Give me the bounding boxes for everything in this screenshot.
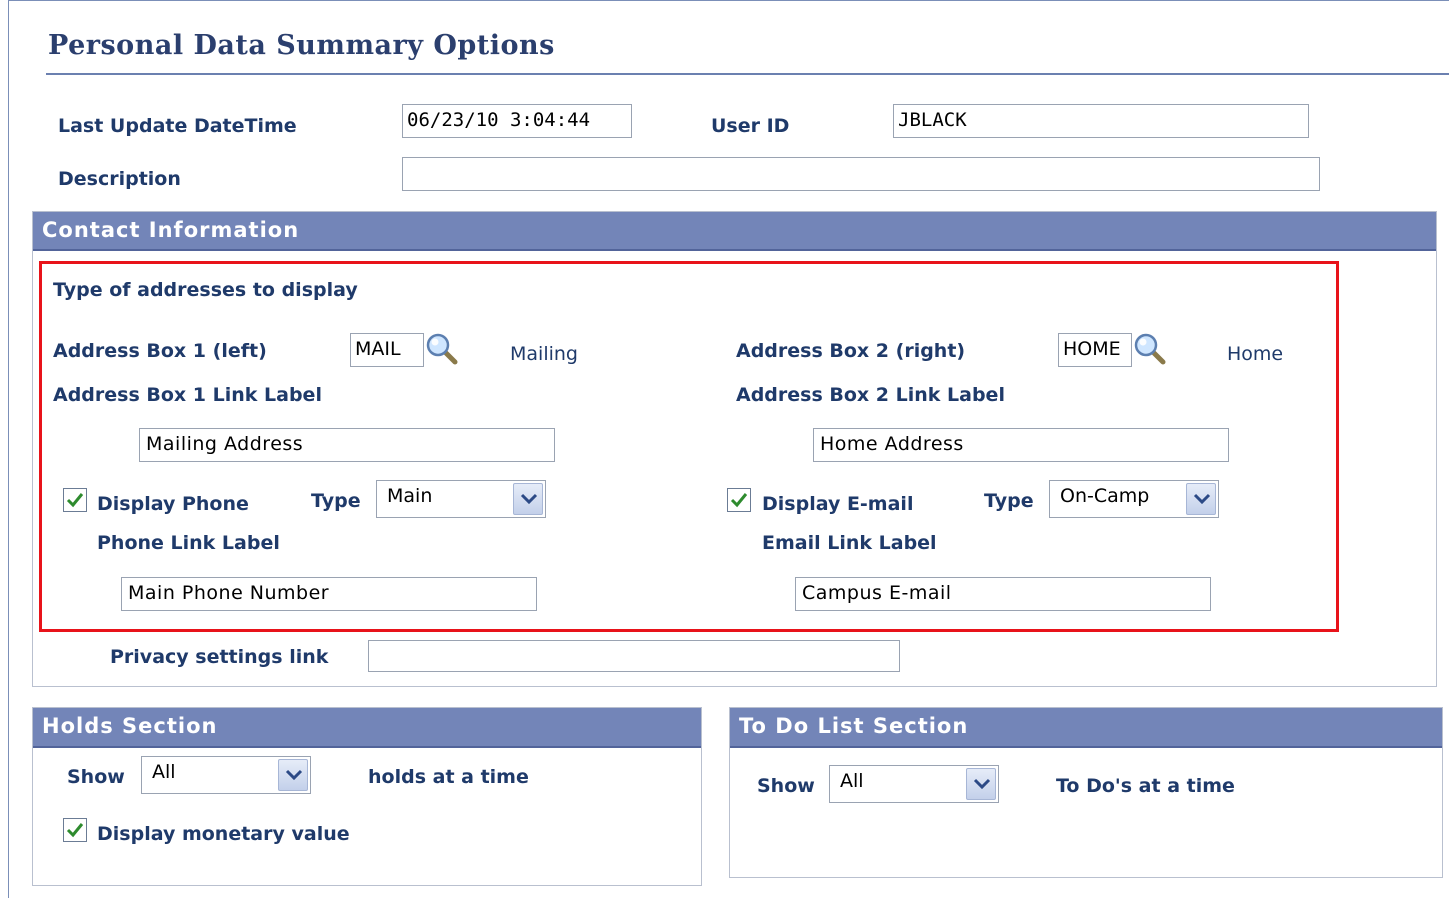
todo-show-value: All <box>840 770 864 792</box>
checkmark-icon <box>730 493 748 508</box>
dropdown-button[interactable] <box>513 483 543 515</box>
user-id-field[interactable]: JBLACK <box>893 104 1309 138</box>
privacy-settings-label: Privacy settings link <box>110 646 329 668</box>
address-box1-description: Mailing <box>510 343 578 365</box>
phone-link-field[interactable]: Main Phone Number <box>121 577 537 611</box>
address-box2-code-field[interactable]: HOME <box>1058 333 1132 367</box>
holds-suffix-text: holds at a time <box>368 766 529 788</box>
email-type-select[interactable]: On-Camp <box>1049 480 1219 518</box>
holds-show-select[interactable]: All <box>141 756 311 794</box>
holds-show-value: All <box>152 761 176 783</box>
chevron-down-icon <box>285 769 303 781</box>
display-email-checkbox[interactable] <box>727 488 751 512</box>
address-box1-code-field[interactable]: MAIL <box>350 333 424 367</box>
todo-section-header: To Do List Section <box>730 708 1442 748</box>
email-link-label: Email Link Label <box>762 532 937 554</box>
display-phone-checkbox[interactable] <box>63 488 87 512</box>
magnifier-icon[interactable] <box>424 331 458 365</box>
phone-type-value: Main <box>387 485 433 507</box>
display-monetary-checkbox[interactable] <box>63 818 87 842</box>
checkmark-icon <box>66 823 84 838</box>
addresses-heading: Type of addresses to display <box>53 279 358 301</box>
dropdown-button[interactable] <box>278 759 308 791</box>
address-box2-description: Home <box>1227 343 1284 365</box>
address-box1-label: Address Box 1 (left) <box>53 340 267 362</box>
privacy-settings-field[interactable] <box>368 640 900 672</box>
display-monetary-label: Display monetary value <box>97 823 350 845</box>
holds-section-header: Holds Section <box>33 708 701 748</box>
todo-show-select[interactable]: All <box>829 765 999 803</box>
email-type-label: Type <box>984 490 1034 512</box>
chevron-down-icon <box>973 778 991 790</box>
phone-type-label: Type <box>311 490 361 512</box>
holds-show-label: Show <box>67 766 125 788</box>
address-box1-link-field[interactable]: Mailing Address <box>139 428 555 462</box>
address-box2-label: Address Box 2 (right) <box>736 340 966 362</box>
description-field[interactable] <box>402 157 1320 191</box>
contact-information-header: Contact Information <box>33 212 1436 251</box>
address-box2-link-label: Address Box 2 Link Label <box>736 384 1005 406</box>
phone-link-label: Phone Link Label <box>97 532 280 554</box>
dropdown-button[interactable] <box>966 768 996 800</box>
chevron-down-icon <box>1193 493 1211 505</box>
todo-show-label: Show <box>757 775 815 797</box>
phone-type-select[interactable]: Main <box>376 480 546 518</box>
dropdown-button[interactable] <box>1186 483 1216 515</box>
page-title: Personal Data Summary Options <box>48 30 555 61</box>
magnifier-icon[interactable] <box>1132 331 1166 365</box>
chevron-down-icon <box>520 493 538 505</box>
last-update-label: Last Update DateTime <box>58 115 297 137</box>
email-type-value: On-Camp <box>1060 485 1150 507</box>
display-email-label: Display E-mail <box>762 493 914 515</box>
checkmark-icon <box>66 493 84 508</box>
email-link-field[interactable]: Campus E-mail <box>795 577 1211 611</box>
description-label: Description <box>58 168 181 190</box>
todo-suffix-text: To Do's at a time <box>1056 775 1235 797</box>
address-box1-link-label: Address Box 1 Link Label <box>53 384 322 406</box>
title-divider <box>46 73 1449 75</box>
display-phone-label: Display Phone <box>97 493 249 515</box>
address-box2-link-field[interactable]: Home Address <box>813 428 1229 462</box>
user-id-label: User ID <box>711 115 790 137</box>
last-update-field[interactable]: 06/23/10 3:04:44 <box>402 104 632 138</box>
